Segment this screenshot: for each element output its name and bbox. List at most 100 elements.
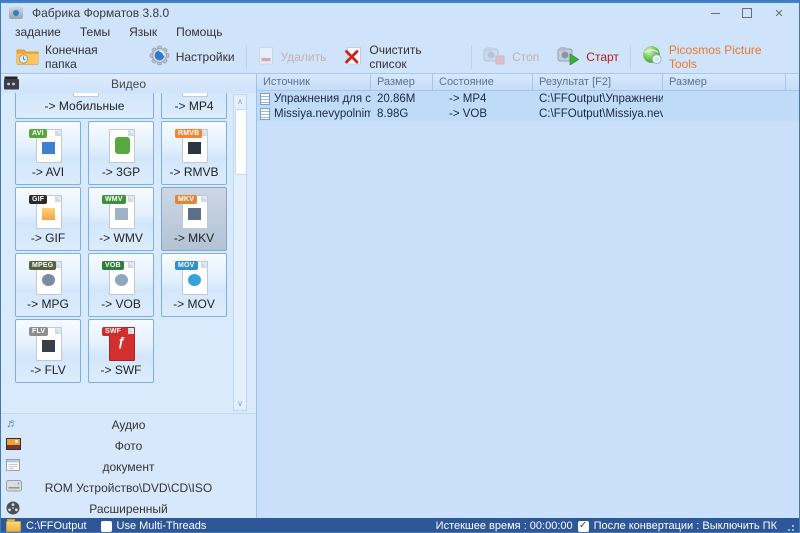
maximize-button[interactable] [731,3,763,23]
format-button-avi[interactable]: AVI -> AVI [15,121,81,185]
format-button-label: -> MPG [27,297,69,311]
task-list: Источник Размер Состояние Результат [F2]… [257,74,800,518]
toolbar-separator [246,45,247,69]
sidebar-section-photo[interactable]: Фото [1,435,256,456]
gear-icon [149,45,170,69]
document-icon [6,459,20,471]
task-row[interactable]: Упражнения для сот... 20.86M -> MP4 C:\F… [257,91,800,106]
gif-file-icon: GIF [33,193,63,229]
disc-drive-icon [6,480,22,492]
format-button-3gp[interactable]: -> 3GP [88,121,154,185]
mkv-file-icon: MKV [179,193,209,229]
format-button-label: -> RMVB [169,165,218,179]
section-label: ROM Устройство\DVD\CD\ISO [45,481,212,495]
format-button-mp4[interactable]: -> MP4 [161,93,227,119]
format-button-swf[interactable]: SWF -> SWF [88,319,154,383]
section-label: Расширенный [89,502,168,516]
multithreads-checkbox[interactable] [101,521,112,532]
column-header-state[interactable]: Состояние [433,74,533,90]
flv-file-icon: FLV [33,325,63,361]
format-button-label: -> GIF [31,231,65,245]
clear-list-icon [344,46,363,69]
sidebar-scrollbar[interactable]: ∧ ∨ [233,94,247,411]
format-button-gif[interactable]: GIF -> GIF [15,187,81,251]
format-button-mobile[interactable]: -> Мобильные [15,93,154,119]
task-state-cell: -> MP4 [433,93,533,105]
format-button-mpg[interactable]: MPEG -> MPG [15,253,81,317]
mp4-file-icon [179,93,209,97]
sidebar-sections: ♬ Аудио Фото [1,413,256,519]
column-header-size[interactable]: Размер [371,74,433,90]
stop-icon [483,46,506,68]
section-label: Фото [115,439,143,453]
scrollbar-thumb[interactable] [235,109,247,175]
task-state-cell: -> VOB [433,108,533,120]
picosmos-button[interactable]: Picosmos Picture Tools [633,41,799,73]
remove-page-icon [258,46,275,69]
format-button-label: -> MOV [173,297,215,311]
menu-item-help[interactable]: Помощь [170,25,235,39]
output-folder-icon [6,521,21,532]
column-header-source[interactable]: Источник [257,74,371,90]
sidebar-section-rom[interactable]: ROM Устройство\DVD\CD\ISO [1,477,256,498]
format-button-label: -> FLV [30,363,65,377]
elapsed-time-label: Истекшее время : 00:00:00 [436,520,573,532]
start-label: Старт [586,50,619,64]
task-source-cell: Упражнения для сот... [257,93,371,105]
window-controls: ✕ [699,3,795,23]
multithreads-label: Use Multi-Threads [117,520,207,532]
task-result-cell: C:\FFOutput\Missiya.nevypo... [533,108,663,120]
minimize-button[interactable] [699,3,731,23]
remove-label: Удалить [281,50,327,64]
scroll-up-icon[interactable]: ∧ [234,95,246,108]
format-button-label: -> 3GP [102,165,140,179]
file-icon [260,93,270,105]
shutdown-checkbox[interactable]: ✓ [578,521,589,532]
window-title: Фабрика Форматов 3.8.0 [32,6,169,20]
menu-item-task[interactable]: задание [9,25,74,39]
format-button-mov[interactable]: MOV -> MOV [161,253,227,317]
column-header-result[interactable]: Результат [F2] [533,74,663,90]
resize-grip[interactable] [785,522,794,531]
shutdown-label: После конвертации : Выключить ПК [594,520,777,532]
film-reel-icon [6,501,20,515]
start-button[interactable]: Старт [548,41,628,73]
dest-folder-button[interactable]: Конечная папка [7,41,140,73]
sidebar-section-audio[interactable]: ♬ Аудио [1,414,256,435]
format-button-wmv[interactable]: WMV -> WMV [88,187,154,251]
format-button-label: -> MKV [174,231,214,245]
photo-icon [6,438,21,450]
clear-list-button[interactable]: Очистить список [335,41,469,73]
column-header-size2[interactable]: Размер [663,74,786,90]
menu-item-themes[interactable]: Темы [74,25,123,39]
sidebar-section-video-header[interactable]: Видео [1,74,256,94]
minimize-icon [711,13,720,14]
app-icon [9,7,23,19]
format-button-rmvb[interactable]: RMVB -> RMVB [161,121,227,185]
section-label: Аудио [112,418,146,432]
output-path-button[interactable]: C:\FFOutput [26,520,87,532]
settings-label: Настройки [176,50,235,64]
settings-button[interactable]: Настройки [140,41,244,73]
task-row[interactable]: Missiya.nevypolnima.P... 8.98G -> VOB C:… [257,106,800,121]
format-button-flv[interactable]: FLV -> FLV [15,319,81,383]
remove-button: Удалить [249,41,336,73]
format-button-mkv[interactable]: MKV -> MKV [161,187,227,251]
wmv-file-icon: WMV [106,193,136,229]
stop-label: Стоп [512,50,539,64]
format-button-vob[interactable]: VOB -> VOB [88,253,154,317]
close-button[interactable]: ✕ [763,3,795,23]
scroll-down-icon[interactable]: ∨ [234,397,246,410]
sidebar-section-advanced[interactable]: Расширенный [1,498,256,519]
close-icon: ✕ [774,7,783,20]
sidebar-section-document[interactable]: документ [1,456,256,477]
task-result-cell: C:\FFOutput\Упражнения д... [533,93,663,105]
format-button-label: -> WMV [99,231,143,245]
task-source-cell: Missiya.nevypolnima.P... [257,108,371,120]
rmvb-file-icon: RMVB [179,127,209,163]
picosmos-globe-icon [642,45,663,69]
menu-item-language[interactable]: Язык [123,25,170,39]
mobile-devices-icon [70,93,100,97]
picosmos-label: Picosmos Picture Tools [669,43,790,71]
audio-icon: ♬ [6,417,18,429]
